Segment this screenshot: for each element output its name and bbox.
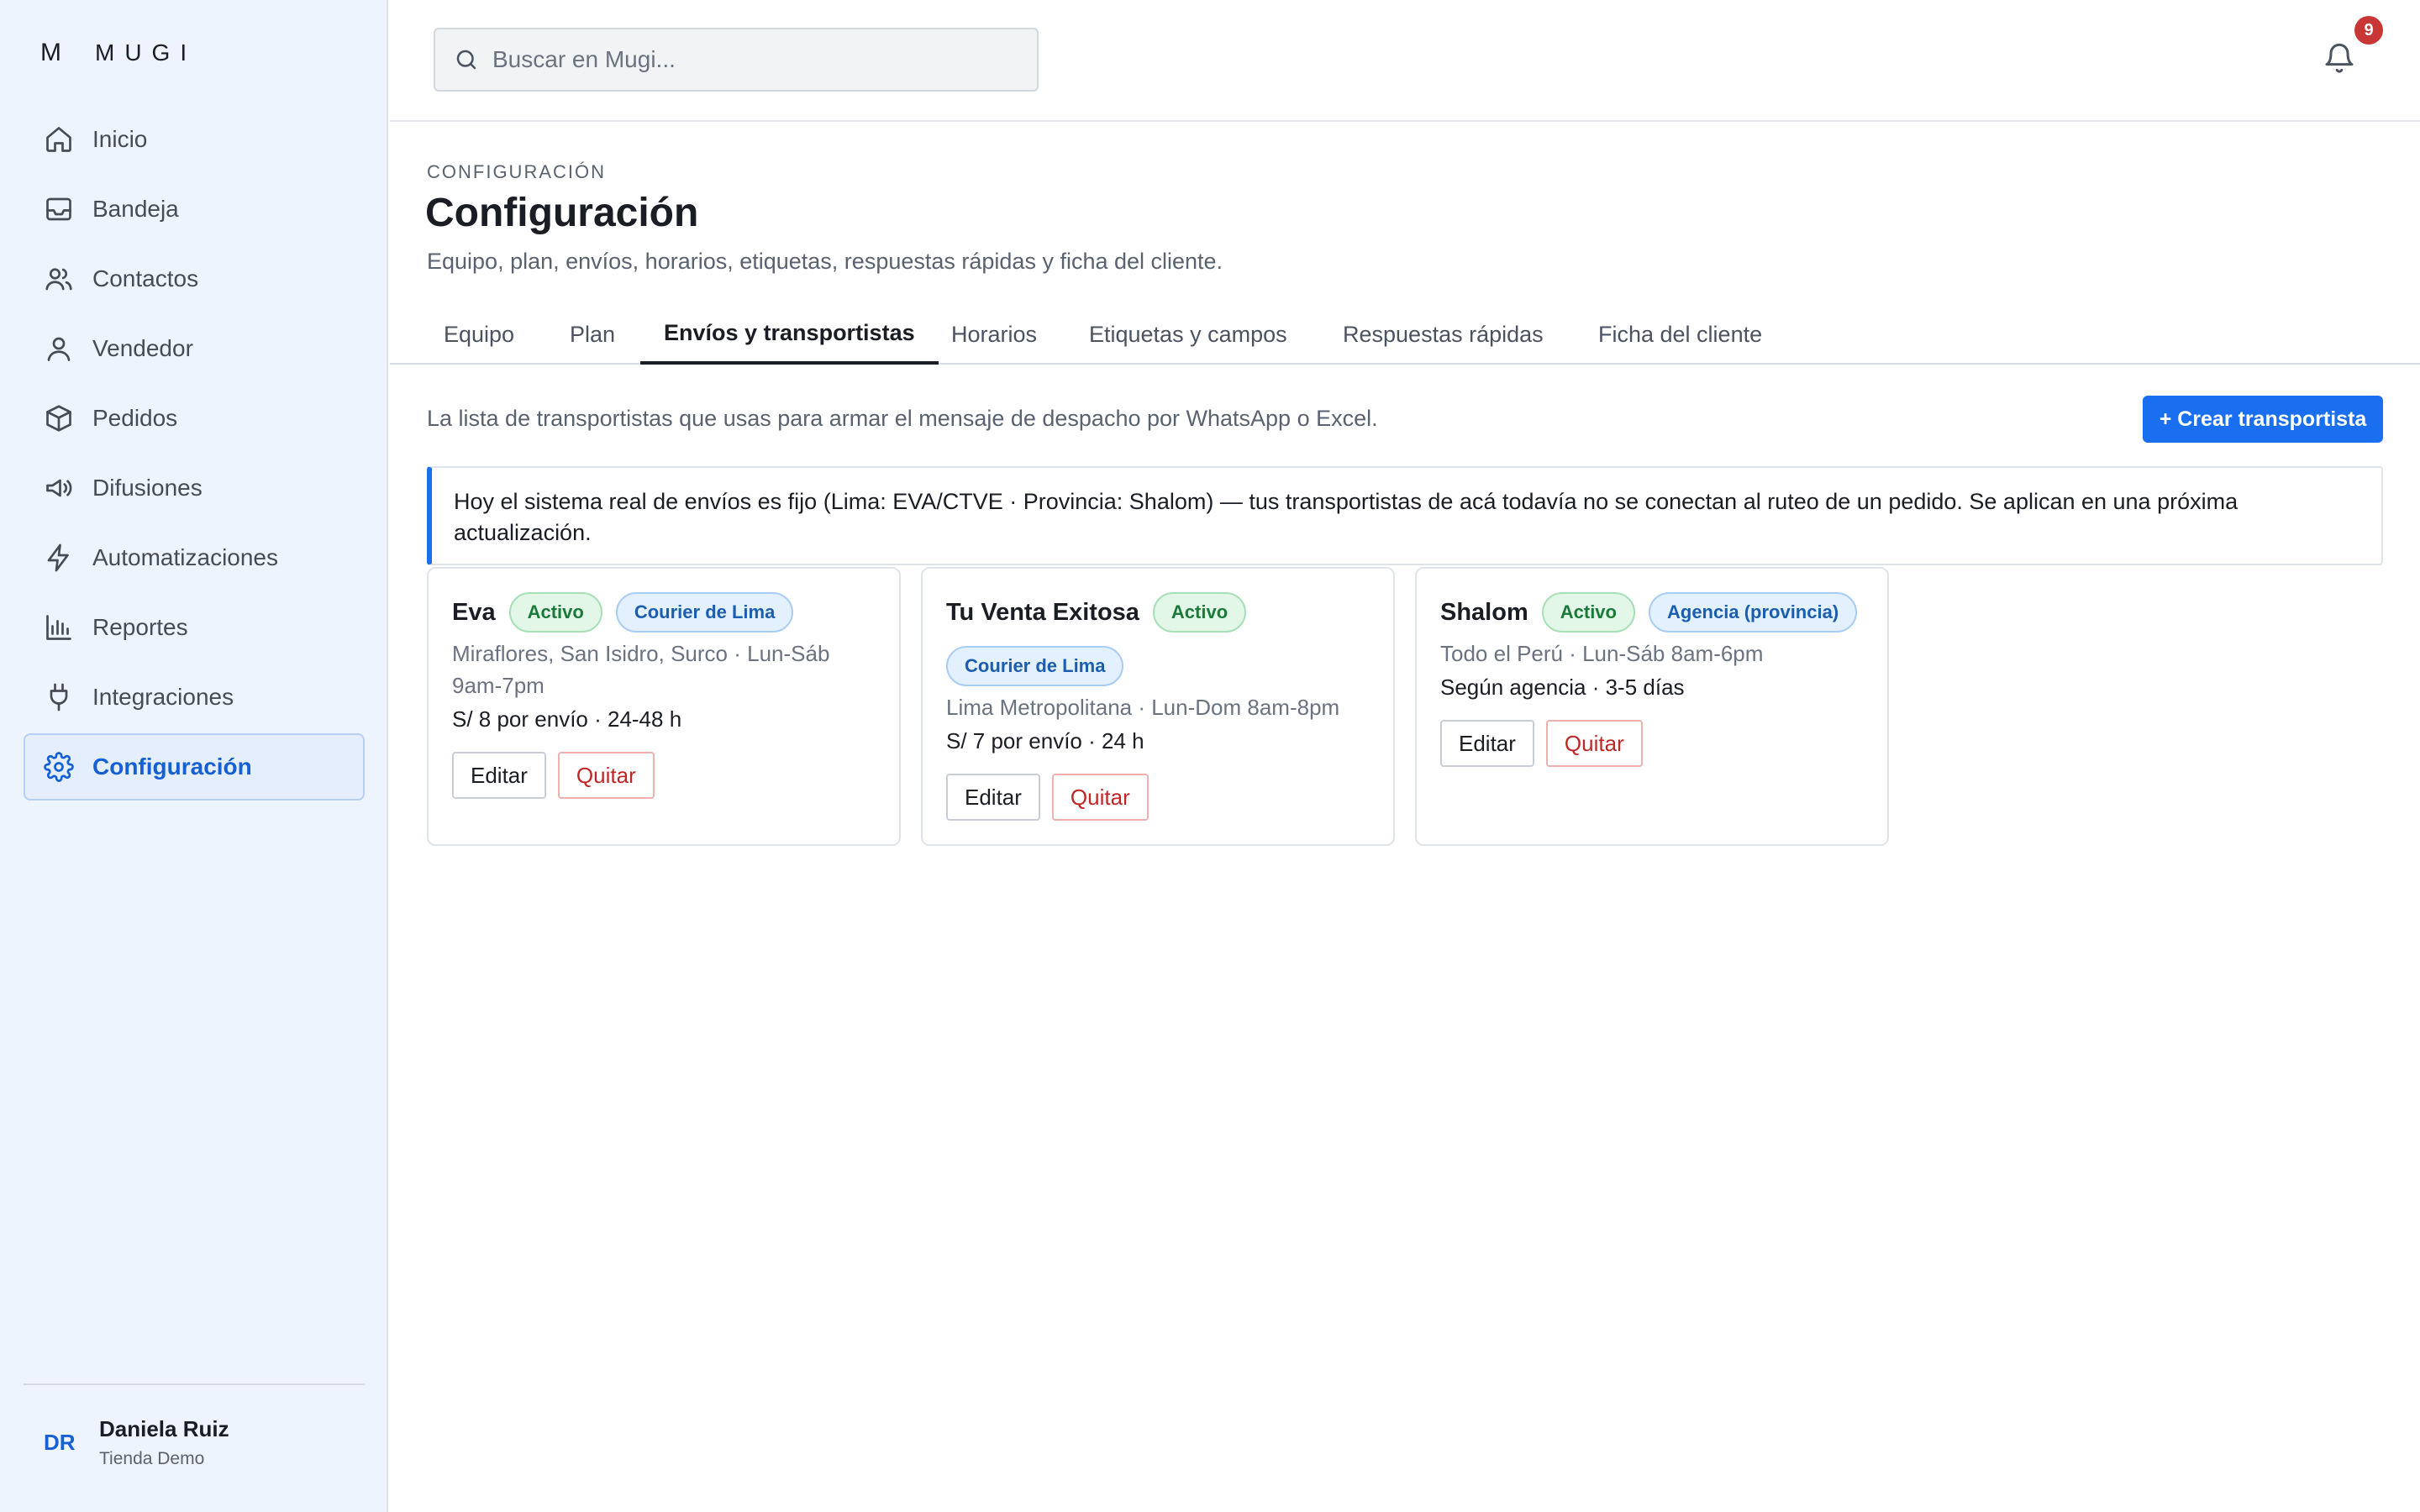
carrier-name: Tu Venta Exitosa	[946, 598, 1139, 626]
sidebar-item-pedidos[interactable]: Pedidos	[24, 385, 365, 452]
bar-chart-icon	[46, 615, 71, 640]
box-icon	[46, 405, 71, 432]
sidebar-item-vendedor[interactable]: Vendedor	[24, 315, 365, 382]
sidebar-item-bandeja[interactable]: Bandeja	[24, 176, 365, 243]
brand-mark: M	[40, 39, 61, 66]
bolt-icon	[47, 543, 69, 572]
status-badge: Activo	[508, 592, 602, 633]
type-badge: Courier de Lima	[615, 592, 794, 633]
search-icon	[456, 50, 476, 70]
carrier-details: Miraflores, San Isidro, Surco · Lun-Sáb …	[452, 638, 872, 799]
remove-button[interactable]: Quitar	[1545, 720, 1643, 767]
settings-tabs: Equipo Plan Envíos y transportistas Hora…	[390, 304, 2420, 365]
edit-button[interactable]: Editar	[946, 774, 1040, 821]
user-org: Tienda Demo	[99, 1449, 205, 1468]
carrier-card: Eva Activo Courier de Lima Miraflores, S…	[427, 567, 901, 846]
sidebar-item-difusiones[interactable]: Difusiones	[24, 454, 365, 522]
sidebar-item-label: Integraciones	[92, 684, 234, 710]
sidebar-item-label: Vendedor	[92, 335, 193, 361]
sidebar-nav: Inicio Bandeja Contactos Vendedor Pedido…	[24, 106, 365, 803]
sidebar-item-label: Reportes	[92, 614, 188, 640]
plug-icon	[50, 683, 68, 711]
tab-plan[interactable]: Plan	[546, 304, 639, 365]
search-input[interactable]	[492, 46, 997, 73]
edit-button[interactable]: Editar	[1440, 720, 1534, 767]
type-badge: Courier de Lima	[946, 646, 1124, 686]
status-badge: Activo	[1541, 592, 1635, 633]
carrier-details: Lima Metropolitana · Lun-Dom 8am-8pm S/ …	[946, 691, 1366, 821]
edit-button[interactable]: Editar	[452, 752, 546, 799]
carrier-actions: Editar Quitar	[946, 774, 1366, 821]
breadcrumb: CONFIGURACIÓN	[427, 161, 606, 182]
brand-name: MUGI	[95, 39, 197, 66]
sidebar-item-reportes[interactable]: Reportes	[24, 594, 365, 661]
bell-icon	[2325, 43, 2354, 73]
notifications-button[interactable]	[2323, 40, 2360, 81]
notification-badge: 9	[2354, 16, 2383, 45]
carrier-actions: Editar Quitar	[452, 752, 872, 799]
carrier-coverage: Todo el Perú · Lun-Sáb 8am-6pm	[1440, 641, 1764, 666]
sidebar-item-label: Bandeja	[92, 196, 179, 222]
carrier-header: Eva Activo Courier de Lima	[452, 592, 889, 633]
info-notice: Hoy el sistema real de envíos es fijo (L…	[427, 466, 2383, 565]
status-badge: Activo	[1152, 592, 1247, 633]
remove-button[interactable]: Quitar	[557, 752, 655, 799]
sidebar-item-label: Difusiones	[92, 475, 203, 501]
avatar: DR	[44, 1430, 76, 1455]
sidebar-item-label: Configuración	[92, 753, 252, 780]
carrier-card: Tu Venta Exitosa Activo Courier de Lima …	[921, 567, 1395, 846]
users-icon	[45, 268, 72, 291]
tab-ficha[interactable]: Ficha del cliente	[1575, 304, 1786, 365]
sidebar-item-contactos[interactable]: Contactos	[24, 245, 365, 312]
tab-horarios[interactable]: Horarios	[928, 304, 1060, 365]
carrier-header: Shalom Activo Agencia (provincia)	[1440, 592, 1877, 633]
carrier-name: Shalom	[1440, 598, 1528, 626]
sidebar-item-inicio[interactable]: Inicio	[24, 106, 365, 173]
user-icon	[47, 337, 71, 361]
section-description: La lista de transportistas que usas para…	[427, 406, 1378, 431]
search-box[interactable]	[434, 28, 1039, 92]
carrier-price: S/ 7 por envío · 24 h	[946, 728, 1144, 753]
megaphone-icon	[46, 479, 72, 497]
carrier-name: Eva	[452, 598, 496, 626]
sidebar-item-automatizaciones[interactable]: Automatizaciones	[24, 524, 365, 591]
carrier-coverage: Miraflores, San Isidro, Surco · Lun-Sáb …	[452, 641, 830, 698]
topbar: 9	[390, 0, 2420, 122]
carrier-price: S/ 8 por envío · 24-48 h	[452, 706, 682, 732]
user-profile[interactable]: DR Daniela Ruiz Tienda Demo	[44, 1416, 229, 1469]
sidebar-item-integraciones[interactable]: Integraciones	[24, 664, 365, 731]
sidebar-divider	[24, 1383, 365, 1385]
tab-equipo[interactable]: Equipo	[420, 304, 538, 365]
sidebar: M MUGI Inicio Bandeja Contactos Vendedor…	[0, 0, 388, 1512]
carrier-header: Tu Venta Exitosa Activo Courier de Lima	[946, 592, 1383, 686]
carrier-details: Todo el Perú · Lun-Sáb 8am-6pm Según age…	[1440, 638, 1860, 767]
sidebar-item-label: Automatizaciones	[92, 544, 279, 570]
gear-icon	[44, 752, 74, 782]
inbox-icon	[46, 197, 71, 221]
user-info: Daniela Ruiz Tienda Demo	[99, 1416, 229, 1469]
carrier-coverage: Lima Metropolitana · Lun-Dom 8am-8pm	[946, 695, 1340, 720]
create-carrier-button[interactable]: + Crear transportista	[2143, 396, 2383, 443]
tab-etiquetas[interactable]: Etiquetas y campos	[1065, 304, 1311, 365]
carrier-actions: Editar Quitar	[1440, 720, 1860, 767]
tab-respuestas[interactable]: Respuestas rápidas	[1319, 304, 1567, 365]
page-subtitle: Equipo, plan, envíos, horarios, etiqueta…	[427, 249, 1223, 274]
type-badge: Agencia (provincia)	[1649, 592, 1858, 633]
sidebar-item-label: Contactos	[92, 265, 199, 291]
remove-button[interactable]: Quitar	[1051, 774, 1149, 821]
carrier-price: Según agencia · 3-5 días	[1440, 675, 1685, 700]
home-icon	[46, 127, 71, 152]
page-title: Configuración	[425, 191, 699, 235]
sidebar-item-configuracion[interactable]: Configuración	[24, 733, 365, 801]
user-name: Daniela Ruiz	[99, 1416, 229, 1441]
carrier-card: Shalom Activo Agencia (provincia) Todo e…	[1415, 567, 1889, 846]
sidebar-item-label: Pedidos	[92, 405, 178, 431]
brand-logo[interactable]: M MUGI	[40, 39, 197, 67]
tab-envios[interactable]: Envíos y transportistas	[640, 304, 939, 365]
sidebar-item-label: Inicio	[92, 126, 148, 152]
